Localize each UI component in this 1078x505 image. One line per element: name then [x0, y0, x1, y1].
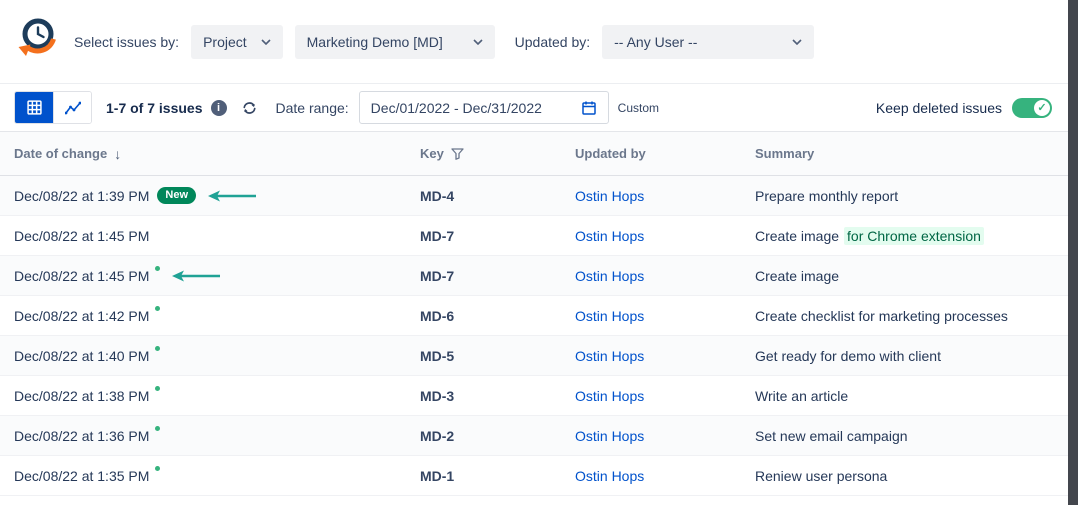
- updated-by-link[interactable]: Ostin Hops: [575, 188, 644, 204]
- table-row: Dec/08/22 at 1:45 PM MD-7 Ostin Hops Cre…: [0, 216, 1078, 256]
- refresh-icon[interactable]: [241, 100, 258, 116]
- unread-dot: [155, 466, 160, 471]
- sort-desc-icon[interactable]: ↓: [114, 146, 121, 162]
- unread-dot: [155, 266, 160, 271]
- info-icon[interactable]: i: [211, 100, 227, 116]
- change-date: Dec/08/22 at 1:45 PM: [14, 228, 149, 244]
- table-grid-icon: [27, 100, 42, 115]
- issue-summary: Create image for Chrome extension: [755, 227, 1078, 245]
- select-issues-label: Select issues by:: [74, 34, 179, 50]
- table-row: Dec/08/22 at 1:42 PM MD-6 Ostin Hops Cre…: [0, 296, 1078, 336]
- table-row: Dec/08/22 at 1:39 PM New MD-4 Ostin Hops…: [0, 176, 1078, 216]
- line-chart-icon: [65, 101, 81, 115]
- summary-diff-highlight: for Chrome extension: [844, 227, 984, 245]
- table-row: Dec/08/22 at 1:36 PM MD-2 Ostin Hops Set…: [0, 416, 1078, 456]
- date-cell: Dec/08/22 at 1:40 PM: [14, 348, 420, 364]
- issue-key: MD-1: [420, 468, 575, 484]
- chevron-down-icon: [792, 39, 802, 45]
- chevron-down-icon: [473, 39, 483, 45]
- unread-dot: [155, 386, 160, 391]
- issue-key: MD-7: [420, 228, 575, 244]
- table-header: Date of change ↓ Key Updated by Summary: [0, 132, 1078, 176]
- date-range-label: Date range:: [276, 100, 349, 116]
- topbar: Select issues by: Project Marketing Demo…: [0, 0, 1078, 84]
- issue-summary: Prepare monthly report: [755, 188, 1078, 204]
- date-cell: Dec/08/22 at 1:45 PM: [14, 228, 420, 244]
- unread-dot: [155, 306, 160, 311]
- chevron-down-icon: [261, 39, 271, 45]
- filter-icon[interactable]: [451, 148, 464, 160]
- change-date: Dec/08/22 at 1:45 PM: [14, 268, 149, 284]
- issue-key: MD-6: [420, 308, 575, 324]
- keep-deleted-toggle[interactable]: ✓: [1012, 98, 1052, 118]
- issue-key: MD-5: [420, 348, 575, 364]
- issue-count: 1-7 of 7 issues: [106, 100, 203, 116]
- issue-summary: Create checklist for marketing processes: [755, 308, 1078, 324]
- window-edge: [1068, 0, 1078, 505]
- keep-deleted-label: Keep deleted issues: [876, 100, 1002, 116]
- change-date: Dec/08/22 at 1:38 PM: [14, 388, 149, 404]
- column-updated-by[interactable]: Updated by: [575, 146, 755, 161]
- date-cell: Dec/08/22 at 1:42 PM: [14, 308, 420, 324]
- table-row: Dec/08/22 at 1:45 PM MD-7 Ostin Hops Cre…: [0, 256, 1078, 296]
- annotation-arrow-icon: [206, 190, 258, 202]
- unread-dot: [155, 426, 160, 431]
- date-range-value: Dec/01/2022 - Dec/31/2022: [371, 100, 542, 116]
- table-body: Dec/08/22 at 1:39 PM New MD-4 Ostin Hops…: [0, 176, 1078, 496]
- updated-by-label: Updated by:: [515, 34, 591, 50]
- annotation-arrow-icon: [170, 270, 222, 282]
- user-filter-dropdown[interactable]: -- Any User --: [602, 25, 814, 59]
- new-badge: New: [157, 187, 196, 204]
- view-toggle: [14, 91, 92, 124]
- updated-by-link[interactable]: Ostin Hops: [575, 268, 644, 284]
- grid-view-button[interactable]: [15, 92, 53, 123]
- date-cell: Dec/08/22 at 1:36 PM: [14, 428, 420, 444]
- issue-key: MD-7: [420, 268, 575, 284]
- updated-by-link[interactable]: Ostin Hops: [575, 428, 644, 444]
- project-value: Marketing Demo [MD]: [307, 34, 443, 50]
- select-by-value: Project: [203, 34, 247, 50]
- column-summary[interactable]: Summary: [755, 146, 1078, 161]
- table-row: Dec/08/22 at 1:35 PM MD-1 Ostin Hops Ren…: [0, 456, 1078, 496]
- change-date: Dec/08/22 at 1:39 PM: [14, 188, 149, 204]
- updated-by-link[interactable]: Ostin Hops: [575, 348, 644, 364]
- keep-deleted-control: Keep deleted issues ✓: [876, 98, 1052, 118]
- date-cell: Dec/08/22 at 1:39 PM New: [14, 187, 420, 204]
- updated-by-link[interactable]: Ostin Hops: [575, 228, 644, 244]
- user-filter-value: -- Any User --: [614, 34, 697, 50]
- updated-by-link[interactable]: Ostin Hops: [575, 388, 644, 404]
- column-key[interactable]: Key: [420, 146, 575, 161]
- column-date-of-change[interactable]: Date of change ↓: [14, 146, 420, 162]
- issue-key: MD-2: [420, 428, 575, 444]
- issue-key: MD-3: [420, 388, 575, 404]
- calendar-icon[interactable]: [581, 100, 597, 116]
- issue-summary: Set new email campaign: [755, 428, 1078, 444]
- issue-summary: Write an article: [755, 388, 1078, 404]
- table-row: Dec/08/22 at 1:38 PM MD-3 Ostin Hops Wri…: [0, 376, 1078, 416]
- table-row: Dec/08/22 at 1:40 PM MD-5 Ostin Hops Get…: [0, 336, 1078, 376]
- check-icon: ✓: [1034, 100, 1050, 116]
- app-logo-icon: [14, 15, 60, 68]
- issue-summary: Get ready for demo with client: [755, 348, 1078, 364]
- issue-summary: Create image: [755, 268, 1078, 284]
- change-date: Dec/08/22 at 1:36 PM: [14, 428, 149, 444]
- select-by-dropdown[interactable]: Project: [191, 25, 283, 59]
- date-cell: Dec/08/22 at 1:35 PM: [14, 468, 420, 484]
- updated-by-link[interactable]: Ostin Hops: [575, 308, 644, 324]
- project-dropdown[interactable]: Marketing Demo [MD]: [295, 25, 495, 59]
- date-cell: Dec/08/22 at 1:38 PM: [14, 388, 420, 404]
- date-range-input[interactable]: Dec/01/2022 - Dec/31/2022: [359, 91, 609, 124]
- toolbar: 1-7 of 7 issues i Date range: Dec/01/202…: [0, 84, 1078, 132]
- date-cell: Dec/08/22 at 1:45 PM: [14, 268, 420, 284]
- custom-range-label: Custom: [618, 101, 659, 115]
- unread-dot: [155, 346, 160, 351]
- updated-by-link[interactable]: Ostin Hops: [575, 468, 644, 484]
- change-date: Dec/08/22 at 1:40 PM: [14, 348, 149, 364]
- issue-summary: Reniew user persona: [755, 468, 1078, 484]
- issue-key: MD-4: [420, 188, 575, 204]
- chart-view-button[interactable]: [53, 92, 91, 123]
- change-date: Dec/08/22 at 1:35 PM: [14, 468, 149, 484]
- change-date: Dec/08/22 at 1:42 PM: [14, 308, 149, 324]
